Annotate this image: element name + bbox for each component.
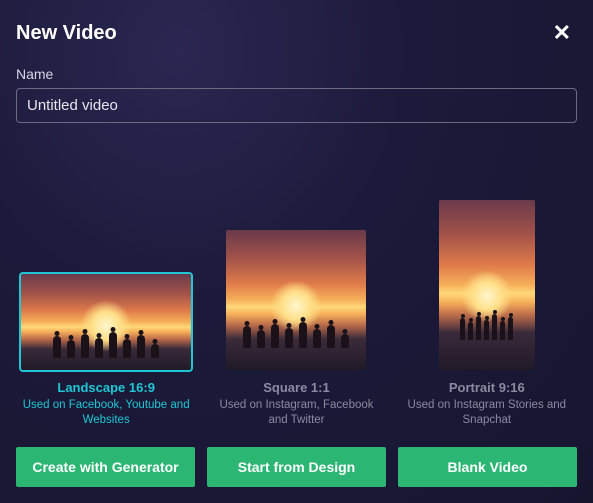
start-from-design-button[interactable]: Start from Design (207, 447, 386, 487)
close-icon[interactable]: ✕ (547, 18, 577, 48)
video-name-input[interactable] (16, 88, 577, 123)
ratio-title: Portrait 9:16 (449, 380, 525, 395)
action-bar: Create with Generator Start from Design … (16, 447, 577, 487)
blank-video-button[interactable]: Blank Video (398, 447, 577, 487)
ratio-option-landscape[interactable]: Landscape 16:9 Used on Facebook, Youtube… (16, 274, 196, 429)
thumbnail-landscape (21, 274, 191, 370)
ratio-desc: Used on Instagram Stories and Snapchat (402, 398, 572, 429)
ratio-option-square[interactable]: Square 1:1 Used on Instagram, Facebook a… (206, 230, 386, 429)
name-label: Name (16, 66, 577, 82)
modal-title: New Video (16, 22, 117, 45)
aspect-ratio-options: Landscape 16:9 Used on Facebook, Youtube… (16, 151, 577, 429)
ratio-title: Landscape 16:9 (57, 380, 155, 395)
ratio-title: Square 1:1 (263, 380, 329, 395)
thumbnail-square (226, 230, 366, 370)
thumbnail-portrait (439, 200, 535, 370)
ratio-desc: Used on Facebook, Youtube and Websites (21, 398, 191, 429)
create-with-generator-button[interactable]: Create with Generator (16, 447, 195, 487)
ratio-option-portrait[interactable]: Portrait 9:16 Used on Instagram Stories … (397, 200, 577, 429)
modal-header: New Video ✕ (16, 18, 577, 48)
ratio-desc: Used on Instagram, Facebook and Twitter (211, 398, 381, 429)
new-video-modal: New Video ✕ Name Landscape 16:9 Used on … (0, 0, 593, 503)
